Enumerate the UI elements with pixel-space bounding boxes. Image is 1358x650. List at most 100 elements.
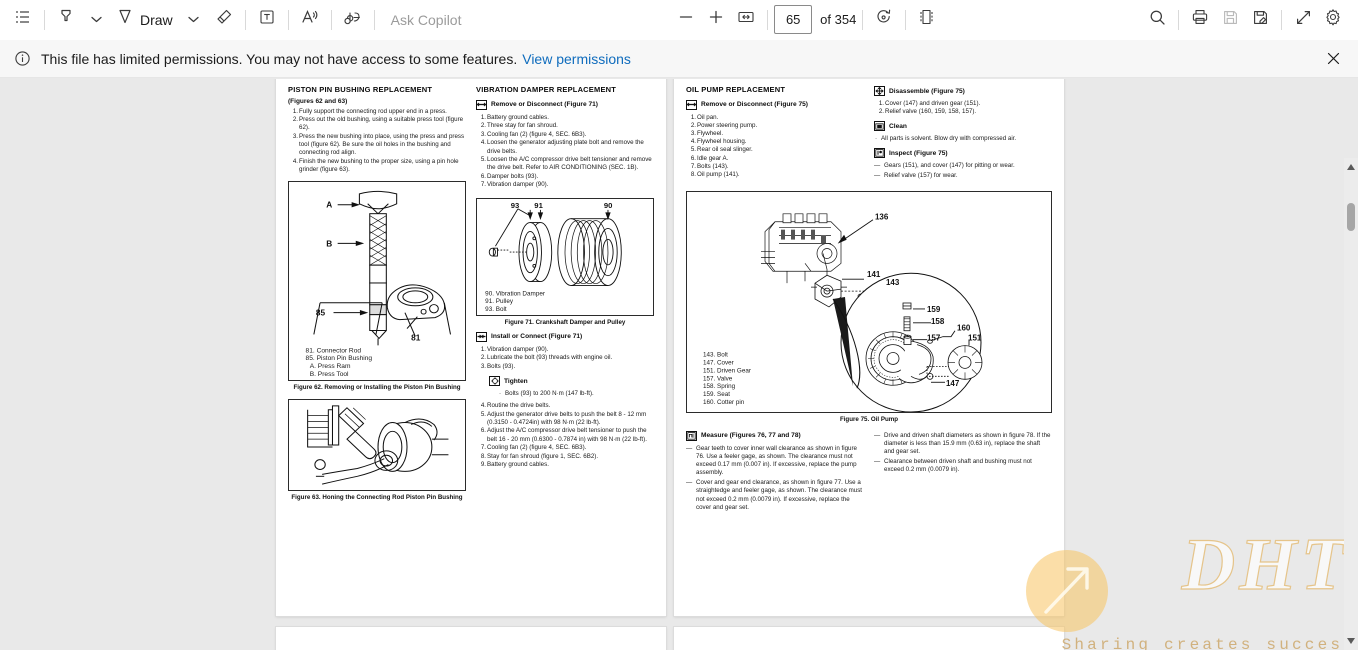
outline-toggle-button[interactable]: [8, 5, 38, 35]
install-steps-b: 4. Routine the drive belts. 5. Adjust the …: [476, 402, 654, 469]
svg-text:151: 151: [968, 333, 982, 342]
list-item: 1. Oil pan.: [690, 113, 719, 121]
list-item: 2. Lubricate the bolt (93) threads with e…: [480, 354, 613, 362]
inspect-item: — Gears (151), and cover (147) for pittin…: [874, 162, 1015, 170]
outline-icon: [14, 8, 32, 31]
list-item: 3. Press the new bushing into place, usin…: [292, 132, 465, 157]
list-item: 8. Stay for fan shroud (figure 1, SEC. 6B…: [480, 452, 599, 460]
list-item: 1. Fully support the connecting rod upper…: [292, 107, 447, 115]
page-left-column-1: PISTON PIN BUSHING REPLACEMENT (Figures …: [288, 85, 466, 606]
eraser-icon: [214, 7, 234, 32]
search-button[interactable]: [1142, 5, 1172, 35]
inspect-item: — Relief valve (157) for wear.: [874, 172, 958, 180]
list-item: 3. Cooling fan (2) (figure 4, SEC. 6B3).: [480, 130, 587, 138]
close-notification-button[interactable]: [1322, 48, 1344, 70]
list-item: 7. Bolts (143).: [690, 162, 729, 170]
save-as-button[interactable]: [1245, 5, 1275, 35]
permissions-notification-bar: This file has limited permissions. You m…: [0, 40, 1358, 78]
toolbar-divider: [1281, 9, 1283, 30]
draw-label: Draw: [140, 11, 173, 28]
svg-text:159. Seat: 159. Seat: [703, 391, 730, 398]
read-aloud-icon: [300, 7, 320, 32]
zoom-out-button[interactable]: [671, 5, 701, 35]
toolbar-divider: [373, 9, 375, 30]
minus-icon: [677, 8, 695, 31]
view-permissions-link[interactable]: View permissions: [522, 51, 631, 67]
list-item: 5. Rear oil seal slinger.: [690, 146, 753, 154]
zoom-in-button[interactable]: [701, 5, 731, 35]
figure-62-caption: Figure 62. Removing or Installing the Pi…: [293, 384, 461, 392]
eraser-button[interactable]: [209, 5, 239, 35]
settings-button[interactable]: [1318, 5, 1348, 35]
svg-text:91: 91: [534, 201, 543, 210]
remove-or-disconnect-header: Remove or Disconnect (Figure 75): [686, 99, 864, 110]
remove-steps: 1. Oil pan. 2. Power steering pump. 3. Flyw…: [686, 114, 864, 180]
add-text-button[interactable]: [252, 5, 282, 35]
toolbar-divider: [862, 9, 864, 30]
toolbar-divider: [287, 9, 289, 30]
measure-item: — Gear teeth to cover inner wall clearanc…: [686, 444, 857, 477]
highlighter-options-button[interactable]: [81, 5, 111, 35]
draw-button[interactable]: Draw: [111, 5, 179, 35]
list-item: 5. Loosen the A/C compressor drive belt t…: [480, 156, 652, 172]
inspect-header: Inspect (Figure 75): [874, 148, 1052, 159]
tighten-icon: [489, 376, 500, 387]
page-right-column-1: OIL PUMP REPLACEMENT Remove or Disconnec…: [686, 85, 864, 182]
dash-marker: —: [686, 444, 693, 452]
page-layout-button[interactable]: [912, 5, 942, 35]
document-page-right[interactable]: OIL PUMP REPLACEMENT Remove or Disconnec…: [674, 79, 1064, 616]
translate-button[interactable]: [338, 5, 368, 35]
dash-marker: —: [874, 457, 881, 465]
vertical-scrollbar[interactable]: [1344, 158, 1358, 650]
svg-text:90: 90: [604, 201, 613, 210]
print-button[interactable]: [1185, 5, 1215, 35]
scrollbar-thumb[interactable]: [1347, 203, 1355, 231]
tighten-spec: · Bolts (93) to 200 N·m (147 lb-ft).: [499, 390, 594, 398]
toolbar-divider: [1178, 9, 1180, 30]
disassemble-header: Disassemble (Figure 75): [874, 86, 1052, 96]
page-total-label: of 354: [820, 12, 857, 27]
fit-width-button[interactable]: [731, 5, 761, 35]
page-view-icon: [917, 7, 937, 32]
measure-item: — Clearance between driven shaft and bush…: [874, 457, 1032, 474]
toolbar-divider: [905, 9, 907, 30]
page-number-input[interactable]: [774, 5, 813, 34]
save-button[interactable]: [1215, 5, 1245, 35]
document-page-right-next[interactable]: ISUZU ENGINE 6A6-45: [674, 627, 1064, 650]
header-label: Measure (Figures 76, 77 and 78): [701, 432, 801, 440]
plus-icon: [707, 8, 725, 31]
header-label: Remove or Disconnect (Figure 75): [701, 101, 808, 109]
svg-text:B: B: [326, 240, 332, 249]
header-label: Remove or Disconnect (Figure 71): [491, 101, 598, 109]
read-aloud-button[interactable]: [295, 5, 325, 35]
figure-63: [288, 399, 466, 492]
bullet-marker: ·: [875, 135, 878, 143]
draw-options-button[interactable]: [179, 5, 209, 35]
section-title: OIL PUMP REPLACEMENT: [686, 85, 786, 94]
svg-text:93: 93: [511, 201, 520, 210]
translate-icon: [342, 8, 364, 31]
ask-copilot-button[interactable]: Ask Copilot: [381, 12, 472, 28]
document-page-left[interactable]: PISTON PIN BUSHING REPLACEMENT (Figures …: [276, 79, 666, 616]
list-item: 4. Loosen the generator adjusting plate b…: [480, 139, 644, 155]
svg-text:160. Cotter pin: 160. Cotter pin: [703, 399, 745, 406]
figure-75-drawing: 136 141 143 159 158 157 160 151 147 143.…: [703, 213, 983, 413]
watermark-logo-text: DHT: [1181, 524, 1350, 606]
highlighter-button[interactable]: [51, 5, 81, 35]
list-item: 5. Adjust the generator drive belts to pu…: [480, 410, 647, 426]
pdf-viewer-canvas[interactable]: PISTON PIN BUSHING REPLACEMENT (Figures …: [0, 79, 1358, 650]
fullscreen-button[interactable]: [1288, 5, 1318, 35]
document-page-left-next[interactable]: 6A6-44 ISUZU ENGINE: [276, 627, 666, 650]
toolbar-divider: [44, 9, 45, 30]
svg-text:158. Spring: 158. Spring: [703, 383, 736, 390]
figure-63-drawing: [307, 405, 449, 485]
scroll-up-arrow[interactable]: [1344, 160, 1358, 174]
svg-text:147: 147: [946, 379, 960, 388]
rotate-button[interactable]: [869, 5, 899, 35]
page-left-column-2: VIBRATION DAMPER REPLACEMENT Remove or D…: [476, 85, 654, 606]
scroll-down-arrow[interactable]: [1344, 634, 1358, 648]
printer-icon: [1190, 7, 1210, 32]
figure-71: 93 91 90 90. Vibration Damper 91. Pulley…: [476, 197, 654, 316]
save-icon: [1221, 8, 1240, 32]
remove-steps: 1. Battery ground cables. 2. Three stay fo…: [476, 114, 654, 190]
